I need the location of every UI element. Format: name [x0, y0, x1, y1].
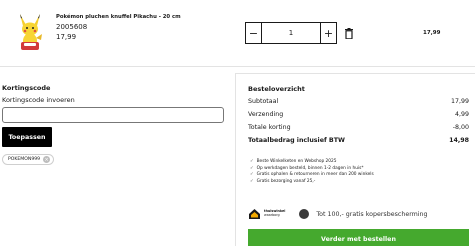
trash-icon[interactable]	[345, 28, 353, 39]
summary-row-discount: Totale korting -8,00	[248, 124, 469, 131]
divider	[0, 66, 475, 67]
summary-row-shipping: Verzending 4,99	[248, 111, 469, 118]
trust-badges: thuiswinkel waarborg Tot 100,- gratis ko…	[248, 206, 428, 222]
check-icon: ✓	[250, 159, 254, 164]
summary-label: Verzending	[248, 111, 284, 118]
check-icon: ✓	[250, 179, 254, 185]
summary-label: Totale korting	[248, 124, 291, 131]
summary-value: 17,99	[450, 98, 469, 105]
coupon-title: Kortingscode	[2, 84, 51, 92]
product-price: 17,99	[56, 33, 77, 41]
summary-title: Besteloverzicht	[248, 85, 305, 93]
thuiswinkel-badge-text: thuiswinkel waarborg	[264, 209, 286, 217]
product-name[interactable]: Pokémon pluchen knuffel Pikachu - 20 cm	[56, 14, 181, 20]
decrease-quantity-button[interactable]: −	[245, 22, 262, 44]
summary-label: Subtotaal	[248, 98, 279, 105]
summary-row-subtotal: Subtotaal 17,99	[248, 98, 469, 105]
coupon-input-label: Kortingscode invoeren	[2, 96, 75, 104]
applied-coupon-code: POKEMON999	[8, 157, 41, 162]
quantity-input[interactable]: 1	[261, 22, 321, 44]
summary-label: Totaalbedrag inclusief BTW	[248, 137, 345, 144]
buyer-protection-text: Tot 100,- gratis kopersbescherming	[316, 210, 428, 218]
check-icon: ✓	[250, 165, 254, 171]
thuiswinkel-logo-icon	[249, 209, 260, 219]
summary-value: 14,98	[449, 137, 469, 144]
increase-quantity-button[interactable]: +	[320, 22, 337, 44]
product-code: 2005608	[56, 23, 88, 31]
close-icon[interactable]: ×	[43, 156, 51, 163]
checkout-button[interactable]: Verder met bestellen	[248, 229, 469, 246]
buyer-protection-icon	[299, 209, 310, 219]
applied-coupon-chip: POKEMON999 ×	[2, 154, 55, 165]
cart-page: Pokémon pluchen knuffel Pikachu - 20 cm …	[0, 0, 475, 246]
quantity-stepper: − 1 +	[245, 22, 337, 44]
summary-value: 4,99	[454, 111, 469, 118]
summary-value: -8,00	[452, 124, 469, 131]
order-summary: Besteloverzicht Subtotaal 17,99 Verzendi…	[235, 73, 475, 246]
coupon-input[interactable]	[2, 107, 224, 123]
summary-row-total: Totaalbedrag inclusief BTW 14,98	[248, 137, 469, 144]
pikachu-plush-image[interactable]	[16, 12, 44, 52]
usp-list: ✓ Beste Winkelketen en Webshop 2025 ✓ Op w…	[250, 159, 374, 186]
usp-item: ✓ Beste Winkelketen en Webshop 2025	[250, 159, 337, 164]
cart-item-row: Pokémon pluchen knuffel Pikachu - 20 cm …	[0, 0, 475, 66]
usp-item: ✓ Gratis bezorging vanaf 25,-	[250, 179, 316, 185]
line-total: 17,99	[423, 30, 441, 36]
apply-coupon-button[interactable]: Toepassen	[2, 127, 52, 147]
check-icon: ✓	[250, 172, 254, 178]
